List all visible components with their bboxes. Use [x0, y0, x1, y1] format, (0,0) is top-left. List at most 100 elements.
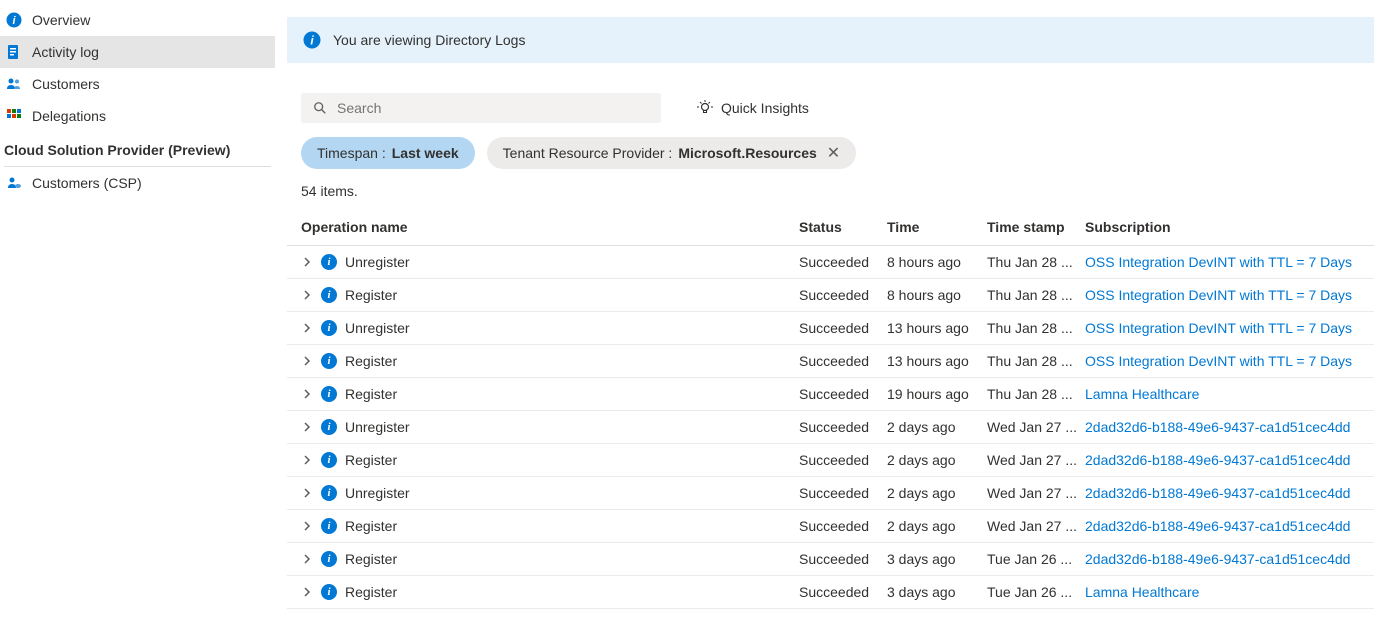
search-icon	[313, 101, 327, 115]
status-value: Succeeded	[799, 485, 887, 501]
subscription-link[interactable]: OSS Integration DevINT with TTL = 7 Days	[1085, 320, 1352, 336]
chevron-right-icon[interactable]	[301, 355, 313, 367]
operation-name: Register	[345, 386, 397, 402]
sidebar-item-label: Delegations	[32, 108, 106, 124]
pill-label: Timespan :	[317, 145, 386, 161]
table-row[interactable]: i Unregister Succeeded 13 hours ago Thu …	[287, 312, 1374, 345]
table-row[interactable]: i Register Succeeded 19 hours ago Thu Ja…	[287, 378, 1374, 411]
sidebar-item-label: Overview	[32, 12, 90, 28]
subscription-link[interactable]: OSS Integration DevINT with TTL = 7 Days	[1085, 287, 1352, 303]
chevron-right-icon[interactable]	[301, 388, 313, 400]
table-row[interactable]: i Register Succeeded 3 days ago Tue Jan …	[287, 576, 1374, 609]
subscription-link[interactable]: 2dad32d6-b188-49e6-9437-ca1d51cec4dd	[1085, 452, 1350, 468]
subscription-link[interactable]: OSS Integration DevINT with TTL = 7 Days	[1085, 353, 1352, 369]
timestamp-value: Wed Jan 27 ...	[987, 452, 1085, 468]
info-badge-icon: i	[321, 485, 337, 501]
table-row[interactable]: i Register Succeeded 8 hours ago Thu Jan…	[287, 279, 1374, 312]
chevron-right-icon[interactable]	[301, 289, 313, 301]
table-row[interactable]: i Register Succeeded 2 days ago Wed Jan …	[287, 444, 1374, 477]
lightbulb-icon	[697, 100, 713, 116]
info-badge-icon: i	[321, 551, 337, 567]
chevron-right-icon[interactable]	[301, 487, 313, 499]
status-value: Succeeded	[799, 287, 887, 303]
status-value: Succeeded	[799, 320, 887, 336]
banner-text: You are viewing Directory Logs	[333, 32, 525, 48]
col-header-status[interactable]: Status	[799, 219, 887, 235]
table-row[interactable]: i Register Succeeded 2 days ago Wed Jan …	[287, 510, 1374, 543]
subscription-link[interactable]: 2dad32d6-b188-49e6-9437-ca1d51cec4dd	[1085, 485, 1350, 501]
table-row[interactable]: i Register Succeeded 3 days ago Tue Jan …	[287, 543, 1374, 576]
search-input[interactable]	[337, 100, 649, 116]
pill-label: Tenant Resource Provider :	[503, 145, 673, 161]
pill-value: Microsoft.Resources	[678, 145, 816, 161]
chevron-right-icon[interactable]	[301, 520, 313, 532]
info-badge-icon: i	[321, 287, 337, 303]
status-value: Succeeded	[799, 551, 887, 567]
chevron-right-icon[interactable]	[301, 322, 313, 334]
table-row[interactable]: i Unregister Succeeded 8 hours ago Thu J…	[287, 246, 1374, 279]
subscription-link[interactable]: 2dad32d6-b188-49e6-9437-ca1d51cec4dd	[1085, 518, 1350, 534]
time-value: 8 hours ago	[887, 254, 987, 270]
timestamp-value: Tue Jan 26 ...	[987, 551, 1085, 567]
subscription-link[interactable]: OSS Integration DevINT with TTL = 7 Days	[1085, 254, 1352, 270]
sidebar-item-activity-log[interactable]: Activity log	[0, 36, 275, 68]
operation-name: Unregister	[345, 485, 410, 501]
chevron-right-icon[interactable]	[301, 454, 313, 466]
status-value: Succeeded	[799, 386, 887, 402]
operation-name: Register	[345, 353, 397, 369]
info-badge-icon: i	[321, 353, 337, 369]
info-badge-icon: i	[321, 254, 337, 270]
quick-insights-button[interactable]: Quick Insights	[697, 100, 809, 116]
time-value: 8 hours ago	[887, 287, 987, 303]
log-icon	[6, 44, 22, 60]
info-badge-icon: i	[321, 452, 337, 468]
col-header-timestamp[interactable]: Time stamp	[987, 219, 1085, 235]
timestamp-value: Wed Jan 27 ...	[987, 419, 1085, 435]
subscription-link[interactable]: 2dad32d6-b188-49e6-9437-ca1d51cec4dd	[1085, 551, 1350, 567]
table-row[interactable]: i Register Succeeded 13 hours ago Thu Ja…	[287, 345, 1374, 378]
timestamp-value: Wed Jan 27 ...	[987, 518, 1085, 534]
col-header-subscription[interactable]: Subscription	[1085, 219, 1360, 235]
sidebar-item-customers-csp[interactable]: Customers (CSP)	[0, 167, 275, 199]
sidebar-item-customers[interactable]: Customers	[0, 68, 275, 100]
chevron-right-icon[interactable]	[301, 586, 313, 598]
status-value: Succeeded	[799, 353, 887, 369]
operation-name: Unregister	[345, 419, 410, 435]
time-value: 19 hours ago	[887, 386, 987, 402]
subscription-link[interactable]: Lamna Healthcare	[1085, 584, 1199, 600]
pill-timespan[interactable]: Timespan : Last week	[301, 137, 475, 169]
sidebar-item-overview[interactable]: i Overview	[0, 4, 275, 36]
status-value: Succeeded	[799, 584, 887, 600]
operation-name: Register	[345, 518, 397, 534]
close-icon[interactable]: ✕	[827, 143, 840, 163]
operation-name: Register	[345, 452, 397, 468]
timestamp-value: Thu Jan 28 ...	[987, 353, 1085, 369]
controls-row: Quick Insights	[287, 93, 1374, 123]
grid-icon	[6, 108, 22, 124]
time-value: 2 days ago	[887, 518, 987, 534]
search-box[interactable]	[301, 93, 661, 123]
sidebar-item-label: Customers (CSP)	[32, 175, 142, 191]
info-badge-icon: i	[321, 518, 337, 534]
info-circle-icon: i	[6, 12, 22, 28]
chevron-right-icon[interactable]	[301, 256, 313, 268]
table-row[interactable]: i Unregister Succeeded 2 days ago Wed Ja…	[287, 477, 1374, 510]
info-badge-icon: i	[321, 320, 337, 336]
info-badge-icon: i	[321, 419, 337, 435]
chevron-right-icon[interactable]	[301, 421, 313, 433]
chevron-right-icon[interactable]	[301, 553, 313, 565]
sidebar: i Overview Activity log Customers Delega…	[0, 0, 275, 644]
sidebar-item-delegations[interactable]: Delegations	[0, 100, 275, 132]
sidebar-item-label: Activity log	[32, 44, 99, 60]
time-value: 3 days ago	[887, 551, 987, 567]
operation-name: Register	[345, 551, 397, 567]
person-cloud-icon	[6, 175, 22, 191]
subscription-link[interactable]: Lamna Healthcare	[1085, 386, 1199, 402]
col-header-operation[interactable]: Operation name	[301, 219, 799, 235]
col-header-time[interactable]: Time	[887, 219, 987, 235]
table-row[interactable]: i Unregister Succeeded 2 days ago Wed Ja…	[287, 411, 1374, 444]
subscription-link[interactable]: 2dad32d6-b188-49e6-9437-ca1d51cec4dd	[1085, 419, 1350, 435]
pill-tenant-provider[interactable]: Tenant Resource Provider : Microsoft.Res…	[487, 137, 857, 169]
people-icon	[6, 76, 22, 92]
timestamp-value: Tue Jan 26 ...	[987, 584, 1085, 600]
